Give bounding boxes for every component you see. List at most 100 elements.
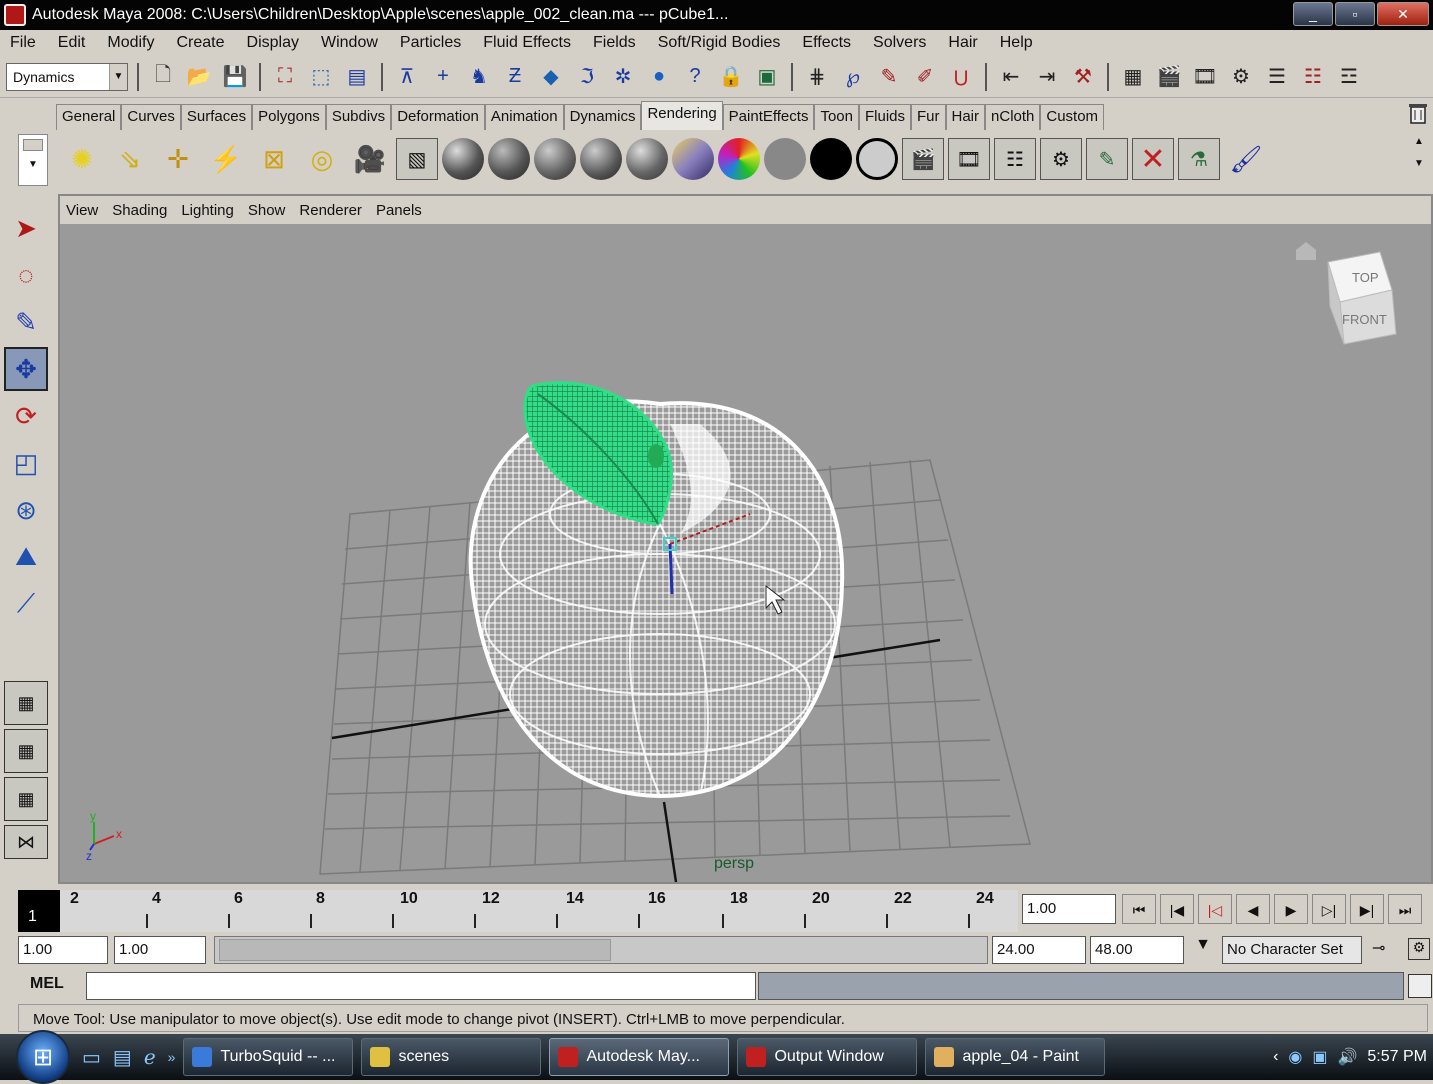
batch-render-icon[interactable]: ⚙ [1040, 138, 1082, 180]
select-misc-icon[interactable]: ● [644, 62, 674, 92]
panel-menu-shading[interactable]: Shading [112, 202, 167, 219]
rotate-tool-icon[interactable]: ⟳ [4, 394, 48, 438]
perspective-outliner-layout-icon[interactable]: ▦ [4, 777, 48, 821]
show-attribute-editor-icon[interactable]: ☷ [1298, 62, 1328, 92]
show-channel-box-icon[interactable]: ☰ [1262, 62, 1292, 92]
panel-menu-lighting[interactable]: Lighting [181, 202, 234, 219]
ipr-render-icon[interactable]: 🎞 [1190, 62, 1220, 92]
paint-select-tool-icon[interactable]: ✎ [4, 300, 48, 344]
lambert-shader-icon[interactable] [488, 138, 530, 180]
animation-end-field[interactable]: 48.00 [1090, 936, 1184, 964]
scale-tool-icon[interactable]: ◰ [4, 441, 48, 485]
menu-particles[interactable]: Particles [400, 34, 461, 52]
menu-help[interactable]: Help [1000, 34, 1033, 52]
tab-hair[interactable]: Hair [945, 104, 986, 130]
clock[interactable]: 5:57 PM [1367, 1048, 1427, 1066]
four-view-layout-icon[interactable]: ▦ [4, 729, 48, 773]
script-editor-icon[interactable] [1408, 974, 1432, 998]
tab-rendering[interactable]: Rendering [641, 101, 723, 130]
make-live-icon[interactable]: Ｕ [946, 62, 976, 92]
trash-icon[interactable] [1409, 102, 1427, 124]
volume-icon[interactable]: 🔊 [1337, 1047, 1357, 1067]
3d-scene-view[interactable]: TOP FRONT x y z persp [60, 224, 1431, 882]
soft-modification-icon[interactable]: ⛰ [4, 535, 48, 579]
select-deformations-icon[interactable]: ◆ [536, 62, 566, 92]
show-manipulator-icon[interactable]: ⟋ [4, 582, 48, 626]
tab-animation[interactable]: Animation [484, 104, 564, 130]
shading-map-icon[interactable] [856, 138, 898, 180]
highlight-selection-icon[interactable]: ▣ [752, 62, 782, 92]
shelf-menu-button[interactable]: ▼ [18, 134, 48, 186]
tab-general[interactable]: General [56, 104, 122, 130]
select-object-icon[interactable]: ⬚ [306, 62, 336, 92]
volume-light-icon[interactable]: ◎ [300, 137, 344, 181]
menuset-dropdown[interactable]: Dynamics ▼ [6, 62, 128, 91]
network-icon[interactable]: ◉ [1288, 1047, 1302, 1067]
animation-preferences-icon[interactable]: ⚙ [1408, 938, 1430, 960]
tray-chevron-icon[interactable]: ‹ [1273, 1048, 1278, 1066]
task-turbosquid[interactable]: TurboSquid -- ... [183, 1038, 354, 1076]
ramp-shader-icon[interactable] [718, 138, 760, 180]
minimize-button[interactable]: _ [1293, 2, 1333, 26]
panel-menu-panels[interactable]: Panels [376, 202, 422, 219]
tab-deformation[interactable]: Deformation [391, 104, 485, 130]
render-view-icon[interactable]: ▦ [1118, 62, 1148, 92]
construction-history-icon[interactable]: ⚒ [1068, 62, 1098, 92]
panel-menu-view[interactable]: View [66, 202, 98, 219]
phong-e-shader-icon[interactable] [580, 138, 622, 180]
snap-curve-icon[interactable]: ℘ [838, 62, 868, 92]
menu-modify[interactable]: Modify [107, 34, 154, 52]
display-icon[interactable]: ▣ [1312, 1047, 1327, 1067]
go-to-start-button[interactable]: ⏮ [1122, 894, 1156, 924]
area-light-icon[interactable]: ⊠ [252, 137, 296, 181]
select-dynamics-icon[interactable]: ℑ [572, 62, 602, 92]
open-scene-icon[interactable]: 📂 [184, 62, 214, 92]
output-connections-icon[interactable]: ⇥ [1032, 62, 1062, 92]
panel-menu-renderer[interactable]: Renderer [299, 202, 362, 219]
single-perspective-layout-icon[interactable]: ▦ [4, 681, 48, 725]
task-scenes[interactable]: scenes [361, 1038, 542, 1076]
playback-end-field[interactable]: 24.00 [992, 936, 1086, 964]
anisotropic-shader-icon[interactable] [626, 138, 668, 180]
ambient-light-icon[interactable]: ✺ [60, 137, 104, 181]
task-paint[interactable]: apple_04 - Paint [925, 1038, 1106, 1076]
render-current-icon[interactable]: 🎬 [902, 138, 944, 180]
menu-fluid-effects[interactable]: Fluid Effects [483, 34, 571, 52]
hypershade-icon[interactable]: ▧ [396, 138, 438, 180]
menu-edit[interactable]: Edit [58, 34, 86, 52]
step-forward-key-button[interactable]: ▶| [1350, 894, 1384, 924]
menu-window[interactable]: Window [321, 34, 378, 52]
step-forward-frame-button[interactable]: ▷| [1312, 894, 1346, 924]
paint-brush-icon[interactable]: 🖌 [1224, 137, 1268, 181]
menu-effects[interactable]: Effects [802, 34, 851, 52]
universal-manipulator-icon[interactable]: ⊛ [4, 488, 48, 532]
surface-shader-icon[interactable] [764, 138, 806, 180]
menu-fields[interactable]: Fields [593, 34, 636, 52]
menu-display[interactable]: Display [247, 34, 299, 52]
input-connections-icon[interactable]: ⇤ [996, 62, 1026, 92]
start-button[interactable]: ⊞ [16, 1030, 70, 1084]
toon-icon[interactable]: ⚗ [1178, 138, 1220, 180]
menu-hair[interactable]: Hair [948, 34, 977, 52]
render-globals-icon[interactable]: ☷ [994, 138, 1036, 180]
tab-ncloth[interactable]: nCloth [985, 104, 1041, 130]
command-language-label[interactable]: MEL [30, 975, 64, 993]
playback-start-field[interactable]: 1.00 [114, 936, 206, 964]
tab-curves[interactable]: Curves [121, 104, 181, 130]
snap-point-icon[interactable]: ✎ [874, 62, 904, 92]
layered-shader-icon[interactable] [672, 138, 714, 180]
use-background-icon[interactable] [810, 138, 852, 180]
tab-fur[interactable]: Fur [911, 104, 946, 130]
quicklaunch-more-icon[interactable]: » [168, 1049, 176, 1065]
point-light-icon[interactable]: ✛ [156, 137, 200, 181]
select-joints-icon[interactable]: + [428, 62, 458, 92]
select-tool-icon[interactable]: ➤ [4, 206, 48, 250]
tab-painteffects[interactable]: PaintEffects [722, 104, 815, 130]
paint-icon[interactable]: ✎ [1086, 138, 1128, 180]
select-curves-icon[interactable]: ♞ [464, 62, 494, 92]
snap-grid-icon[interactable]: ⋕ [802, 62, 832, 92]
ipr-icon[interactable]: 🎞 [948, 138, 990, 180]
character-set-menu[interactable]: No Character Set [1222, 936, 1362, 964]
tab-custom[interactable]: Custom [1040, 104, 1105, 130]
step-back-frame-button[interactable]: |◁ [1198, 894, 1232, 924]
